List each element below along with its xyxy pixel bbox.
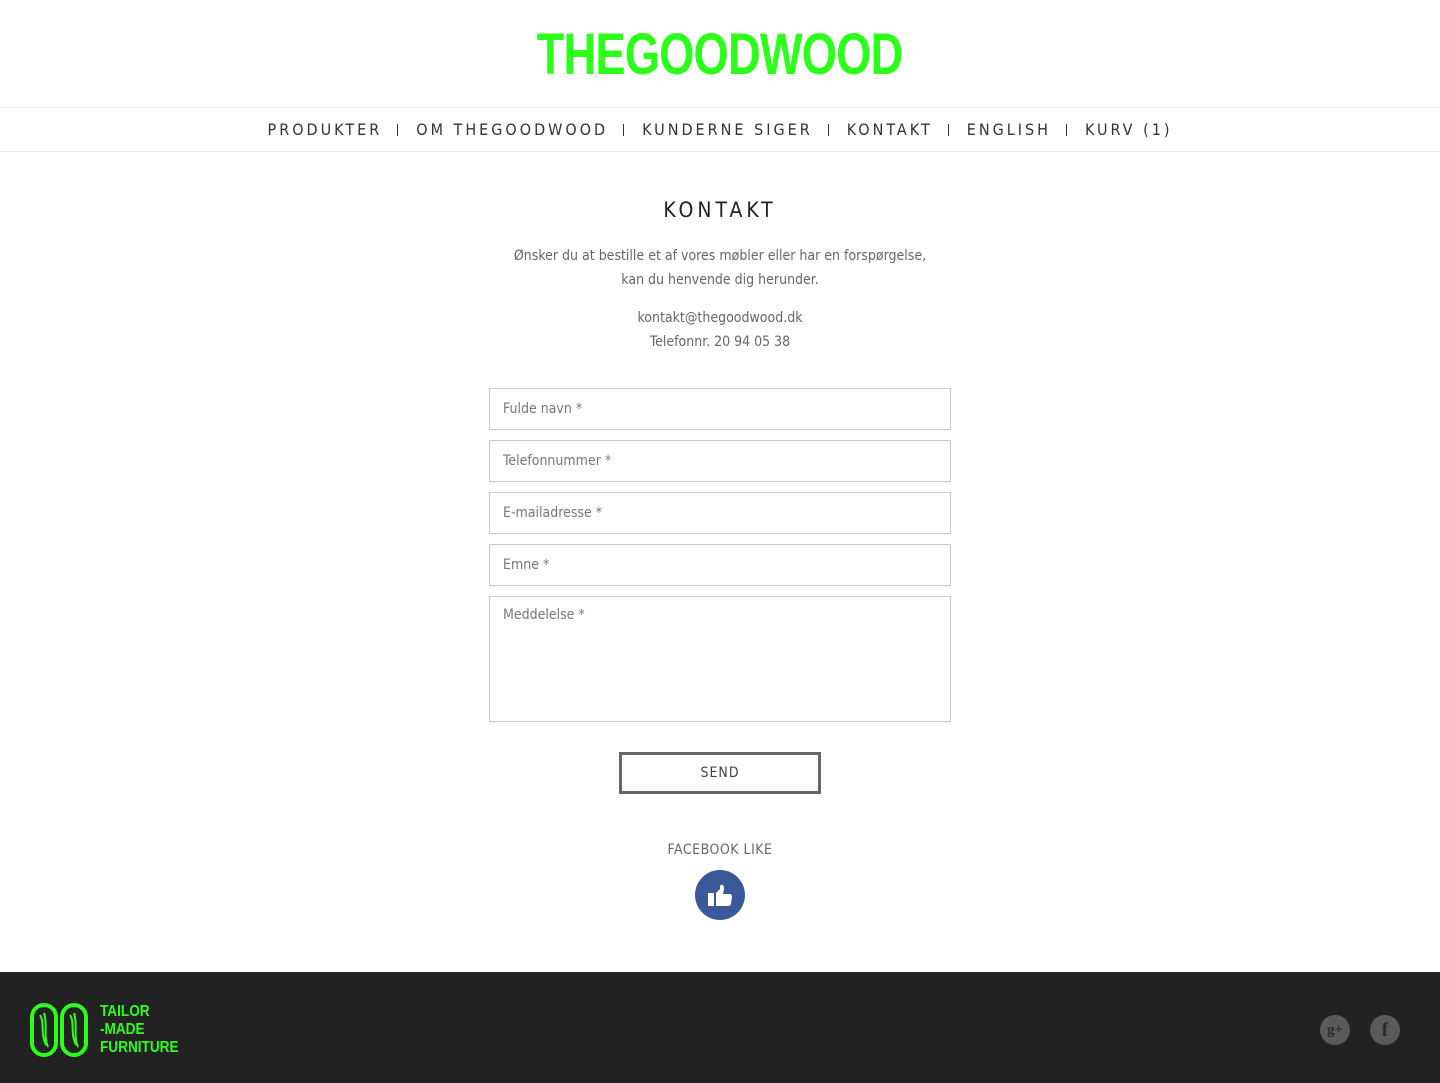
nav-item-english[interactable]: ENGLISH [967,120,1051,139]
footer-logo[interactable]: TAILOR -MADE FURNITURE [30,1003,192,1057]
nav-separator [1065,123,1067,136]
nav-item-kontakt[interactable]: KONTAKT [847,120,933,139]
send-button[interactable]: SEND [619,752,821,794]
tagline-line: -MADE [100,1021,145,1038]
nav-item-produkter[interactable]: PRODUKTER [268,120,383,139]
facebook-icon[interactable]: f [1370,1015,1400,1045]
logo-text[interactable]: THEGOODWOOD [537,26,904,84]
footer-tagline: TAILOR -MADE FURNITURE [100,1003,179,1057]
nav-separator [623,123,625,136]
nav-item-kunderne-siger[interactable]: KUNDERNE SIGER [642,120,813,139]
thumbs-up-icon [708,884,732,906]
nav-separator [397,123,399,136]
facebook-like-label: FACEBOOK LIKE [667,842,773,858]
message-textarea[interactable] [489,596,951,722]
site-footer: TAILOR -MADE FURNITURE g+ f [0,972,1440,1083]
wood-rings-logo-icon [30,1003,88,1057]
email-input[interactable] [489,492,951,534]
nav-separator [947,123,949,136]
google-plus-icon[interactable]: g+ [1320,1015,1350,1045]
tagline-line: TAILOR [100,1003,150,1020]
nav-separator [827,123,829,136]
tagline-line: FURNITURE [100,1039,179,1056]
phone-input[interactable] [489,440,951,482]
contact-phone: Telefonnr. 20 94 05 38 [649,334,791,350]
contact-email-link[interactable]: kontakt@thegoodwood.dk [0,306,1440,330]
facebook-like-button[interactable] [695,870,745,920]
contact-details: kontakt@thegoodwood.dk Telefonnr. 20 94 … [0,306,1440,354]
contact-section: KONTAKT Ønsker du at bestille et af vore… [0,198,1440,920]
subject-input[interactable] [489,544,951,586]
main-nav: PRODUKTER OM THEGOODWOOD KUNDERNE SIGER … [0,107,1440,152]
nav-item-cart[interactable]: KURV (1) [1085,120,1172,139]
intro-text: Ønsker du at bestille et af vores møbler… [513,248,927,288]
contact-form: SEND [489,388,951,794]
site-logo[interactable]: THEGOODWOOD [0,26,1440,84]
nav-item-om-thegoodwood[interactable]: OM THEGOODWOOD [416,120,608,139]
page-title: KONTAKT [663,198,777,222]
site-header: THEGOODWOOD [0,0,1440,107]
full-name-input[interactable] [489,388,951,430]
